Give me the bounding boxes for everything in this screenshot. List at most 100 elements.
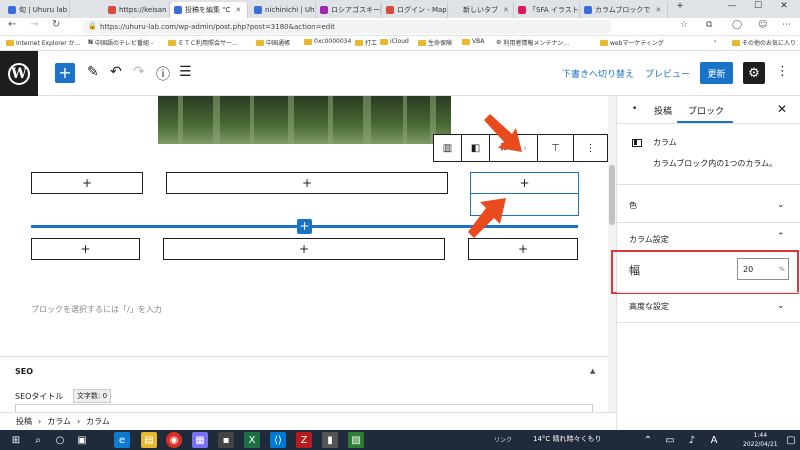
width-unit[interactable]: % — [779, 266, 785, 273]
browser-tab[interactable]: ロシアゴスキー田✕ — [316, 2, 382, 18]
browser-tab[interactable]: カラムブロックで ✕ — [580, 2, 668, 18]
column-appender[interactable]: + — [31, 238, 140, 260]
close-window-button[interactable]: ✕ — [772, 1, 796, 11]
reload-icon[interactable]: ↻ — [52, 19, 60, 30]
browser-tab[interactable]: nichinichi | Uh✕ — [250, 2, 316, 18]
forward-icon[interactable]: → — [30, 19, 38, 30]
insert-block-plus-icon[interactable]: + — [297, 219, 312, 234]
browser-tab[interactable]: https://keisan✕ — [104, 2, 170, 18]
file-explorer-icon[interactable]: ▤ — [141, 432, 157, 448]
edge-browser-icon[interactable]: e — [114, 432, 130, 448]
browser-tab-active[interactable]: 投稿を編集 "C ✕ — [170, 2, 248, 18]
clock[interactable]: 1:44 2022/04/21 — [743, 431, 778, 449]
column-appender[interactable]: + — [31, 172, 143, 194]
update-button[interactable]: 更新 — [700, 62, 733, 84]
scrollbar-thumb[interactable] — [609, 165, 615, 225]
chrome-icon[interactable]: ◉ — [166, 432, 182, 448]
parent-columns-icon[interactable]: ▥ — [434, 135, 462, 161]
red-arrow-down-icon — [484, 114, 522, 152]
chevron-down-icon[interactable]: ⌄ — [777, 301, 785, 311]
chevron-down-icon[interactable]: ⌄ — [777, 200, 785, 210]
network-icon[interactable]: ▭ — [662, 432, 678, 448]
edit-pen-icon[interactable]: ✎ — [87, 64, 99, 80]
speaker-icon[interactable]: ♪ — [684, 432, 700, 448]
divider — [617, 322, 800, 323]
advanced-section-label[interactable]: 高度な設定 — [629, 301, 669, 312]
chevron-right-icon[interactable]: › — [714, 38, 716, 45]
selected-column-appender[interactable]: + — [470, 172, 579, 194]
minimize-button[interactable]: — — [720, 1, 744, 11]
task-view-icon[interactable]: ▣ — [74, 432, 90, 448]
collapse-up-icon[interactable]: ▲ — [590, 367, 595, 375]
bookmark-item[interactable]: N 中国語のテレビ番組 - — [88, 38, 153, 47]
chevron-up-icon[interactable]: ⌃ — [777, 232, 785, 242]
profile-icon[interactable]: ◯ — [732, 20, 742, 30]
undo-icon[interactable]: ↶ — [110, 64, 122, 80]
column-appender[interactable]: + — [163, 238, 445, 260]
color-section-label[interactable]: 色 — [629, 200, 637, 211]
bookmark-item[interactable]: 中国通帳 — [256, 38, 290, 47]
column-appender[interactable]: + — [468, 238, 578, 260]
app-icon[interactable]: ▪ — [218, 432, 234, 448]
bookmark-item[interactable]: Internet Explorer か... — [6, 38, 80, 47]
column-appender[interactable]: + — [166, 172, 448, 194]
add-block-button[interactable]: + — [55, 63, 75, 83]
photos-icon[interactable]: ▧ — [348, 432, 364, 448]
bookmark-item[interactable]: その他のお気に入り — [732, 38, 796, 47]
browser-tab[interactable]: 新しいタブ ✕ — [448, 2, 514, 18]
system-tray-chevron-icon[interactable]: ⌃ — [640, 432, 656, 448]
close-icon[interactable]: ✕ — [235, 6, 241, 14]
breadcrumb-item[interactable]: カラム — [47, 416, 71, 427]
app-icon[interactable]: ▮ — [322, 432, 338, 448]
tab-favicon-icon — [108, 6, 116, 14]
back-icon[interactable]: ← — [8, 19, 16, 30]
notification-icon[interactable]: ▢ — [783, 432, 799, 448]
url-field[interactable]: 🔒 https://uhuru-lab.com/wp-admin/post.ph… — [82, 20, 612, 34]
close-icon[interactable]: ✕ — [777, 102, 787, 116]
app-icon[interactable]: ▦ — [192, 432, 208, 448]
favorites-star-icon[interactable]: ☆ — [680, 20, 688, 30]
bookmark-item[interactable]: 生命保険 — [418, 38, 452, 47]
new-tab-button[interactable]: + — [668, 1, 692, 11]
block-placeholder[interactable]: ブロックを選択するには「/」を入力 — [31, 304, 162, 315]
language-icon[interactable]: A — [706, 432, 722, 448]
close-icon[interactable]: ✕ — [503, 6, 509, 14]
cortana-icon[interactable]: ○ — [52, 432, 68, 448]
menu-icon[interactable]: ⋯ — [782, 20, 791, 30]
filezilla-icon[interactable]: Z — [296, 432, 312, 448]
close-icon[interactable]: ✕ — [655, 6, 661, 14]
collections-icon[interactable]: ⧉ — [706, 20, 712, 30]
weather-widget[interactable]: 14°C 晴れ時々くもり — [533, 434, 602, 444]
extensions-icon[interactable]: ☺ — [758, 20, 767, 30]
tab-block[interactable]: ブロック — [688, 104, 724, 117]
wordpress-logo-button[interactable]: W — [0, 51, 38, 96]
bookmark-item[interactable]: 0xc0000034 — [304, 38, 351, 45]
excel-icon[interactable]: X — [244, 432, 260, 448]
vertical-align-top-icon[interactable]: ⊤ — [538, 135, 574, 161]
browser-tab[interactable]: 「SFA イラスト」✕ — [514, 2, 580, 18]
switch-to-draft-link[interactable]: 下書きへ切り替え — [562, 67, 634, 80]
redo-icon[interactable]: ↷ — [133, 64, 145, 80]
maximize-button[interactable]: ☐ — [746, 1, 770, 11]
preview-link[interactable]: プレビュー — [645, 67, 690, 80]
taskbar-link-label[interactable]: リンク — [494, 435, 512, 444]
settings-gear-icon[interactable]: ⚙ — [743, 62, 765, 84]
list-view-icon[interactable]: ☰ — [179, 64, 192, 80]
column-settings-label[interactable]: カラム設定 — [629, 234, 669, 245]
browser-tab[interactable]: ログイン - Maple✕ — [382, 2, 448, 18]
info-icon[interactable]: ⓘ — [156, 64, 170, 84]
more-options-icon[interactable]: ⋮ — [776, 64, 789, 79]
browser-tab[interactable]: 旬 | Uhuru lab✕ — [4, 2, 70, 18]
bookmark-item[interactable]: ＥＴＣ利用照会サー... — [168, 38, 238, 47]
vscode-icon[interactable]: ⟨⟩ — [270, 432, 286, 448]
bookmark-item[interactable]: VBA — [462, 38, 484, 45]
bookmark-item[interactable]: webマーケティング — [600, 38, 664, 47]
bookmark-item[interactable]: iCloud — [380, 38, 409, 45]
tab-post[interactable]: 投稿 — [654, 104, 672, 117]
windows-start-icon[interactable]: ⊞ — [8, 432, 24, 448]
breadcrumb-item[interactable]: 投稿 — [16, 416, 32, 427]
bookmark-item[interactable]: ⚙ 利用者情報メンテナン... — [496, 38, 569, 47]
search-icon[interactable]: ⌕ — [30, 432, 46, 448]
bookmark-item[interactable]: 打工 — [355, 38, 377, 47]
block-options-icon[interactable]: ⋮ — [574, 135, 607, 161]
